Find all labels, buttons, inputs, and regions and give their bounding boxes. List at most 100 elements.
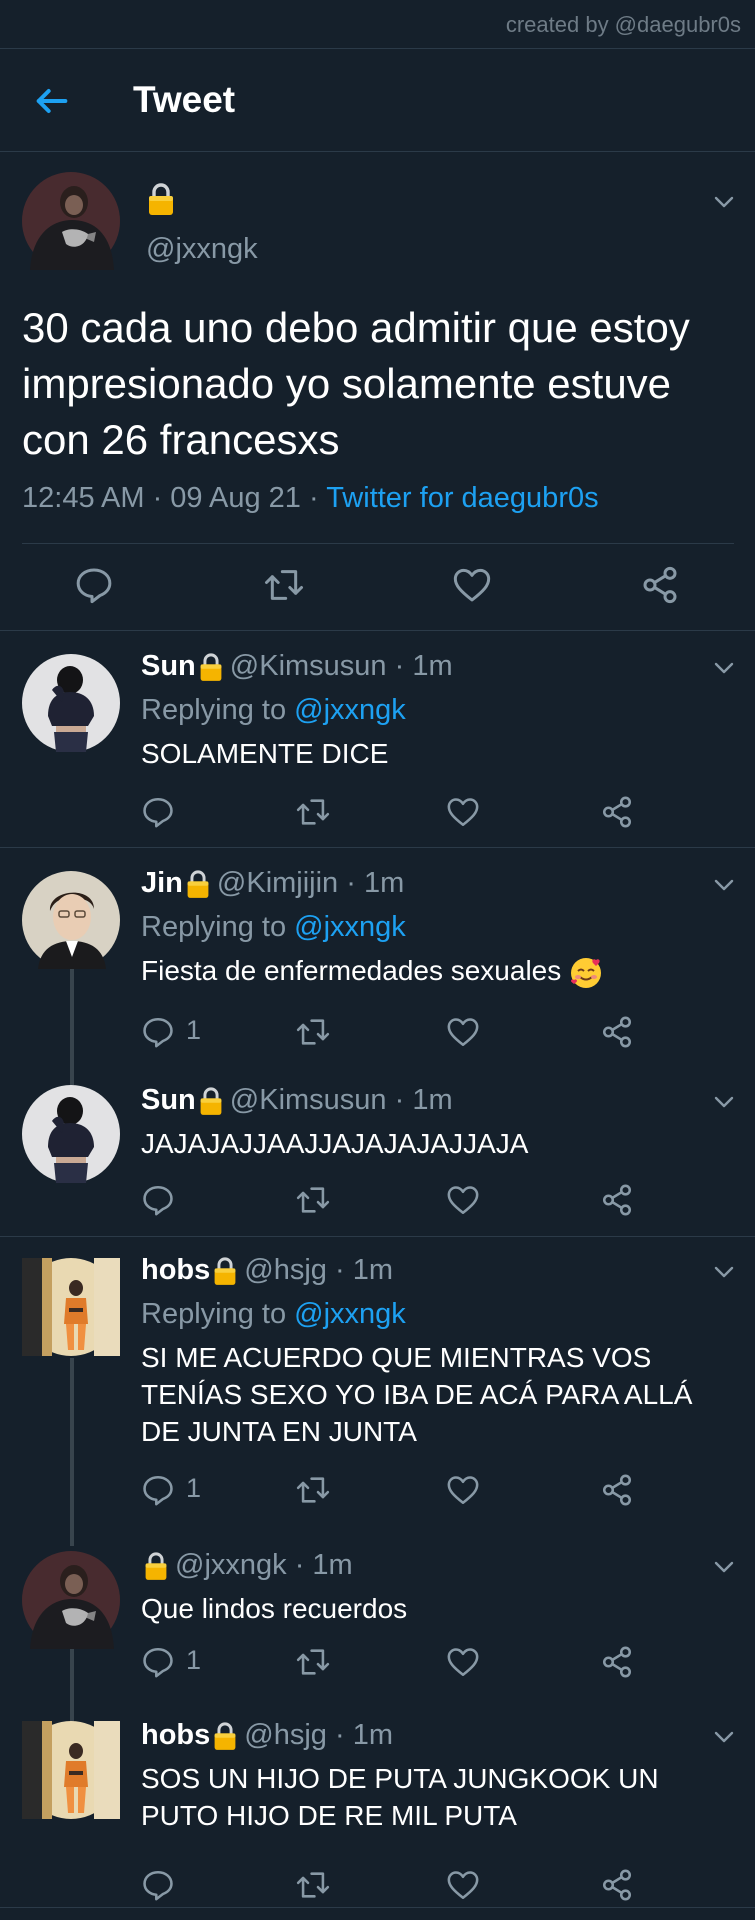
reply-time: · 1m [334, 1254, 393, 1286]
reply-header: Sun @Kimsusun · 1m [141, 1084, 453, 1117]
replying-to: Replying to @jxxngk [141, 911, 406, 944]
mention-link[interactable]: @jxxngk [294, 1298, 406, 1330]
reply-icon[interactable] [141, 1015, 175, 1049]
retweet-icon[interactable] [296, 1868, 330, 1902]
avatar[interactable] [22, 654, 120, 752]
chevron-down-icon[interactable] [712, 873, 736, 897]
like-icon[interactable] [446, 1015, 480, 1049]
mention-link[interactable]: @jxxngk [294, 694, 406, 726]
avatar[interactable] [22, 1721, 120, 1819]
display-name[interactable]: Sun [141, 1084, 196, 1117]
reply-icon[interactable] [141, 795, 175, 829]
top-bar: Tweet [0, 48, 755, 152]
reply-header: hobs @hsjg · 1m [141, 1719, 393, 1752]
avatar[interactable] [22, 871, 120, 969]
reply-tweet: hobs @hsjg · 1m SOS UN HIJO DE PUTA JUNGK… [0, 1707, 755, 1907]
avatar[interactable] [22, 1551, 120, 1649]
user-handle[interactable]: @hsjg [244, 1254, 327, 1287]
replying-label: Replying to [141, 1298, 295, 1330]
retweet-icon[interactable] [296, 795, 330, 829]
share-icon[interactable] [600, 1473, 634, 1507]
share-icon[interactable] [600, 1645, 634, 1679]
like-icon[interactable] [446, 1868, 480, 1902]
reply-header: @jxxngk · 1m [141, 1549, 353, 1582]
tweet-timestamp: 12:45 AM · 09 Aug 21 · [22, 482, 327, 514]
replying-to: Replying to @jxxngk [141, 1298, 406, 1331]
lock-icon [198, 1086, 224, 1116]
page-title: Tweet [133, 79, 236, 120]
reply-time: · 1m [346, 867, 405, 899]
retweet-icon[interactable] [264, 565, 304, 605]
user-handle[interactable]: @Kimjijin [217, 867, 338, 900]
creator-credit: created by @daegubr0s [505, 12, 741, 37]
retweet-icon[interactable] [296, 1015, 330, 1049]
lock-icon [146, 182, 176, 216]
user-handle[interactable]: @jxxngk [146, 233, 258, 266]
chevron-down-icon[interactable] [712, 1725, 736, 1749]
reply-text: SI ME ACUERDO QUE MIENTRAS VOS TENÍAS SE… [141, 1342, 693, 1447]
chevron-down-icon[interactable] [712, 1090, 736, 1114]
retweet-icon[interactable] [296, 1473, 330, 1507]
reply-tweet: @jxxngk · 1m Que lindos recuerdos 1 [0, 1537, 755, 1707]
user-handle[interactable]: @jxxngk [175, 1549, 287, 1582]
tweet-text: 30 cada uno debo admitir que estoy impre… [22, 304, 690, 463]
chevron-down-icon[interactable] [712, 1555, 736, 1579]
retweet-icon[interactable] [296, 1645, 330, 1679]
share-icon[interactable] [600, 1015, 634, 1049]
display-name[interactable]: hobs [141, 1254, 210, 1287]
like-icon[interactable] [446, 1645, 480, 1679]
main-tweet: @jxxngk 30 cada uno debo admitir que est… [0, 152, 755, 631]
user-handle[interactable]: @Kimsusun [230, 1084, 387, 1117]
reply-icon[interactable] [74, 565, 114, 605]
avatar[interactable] [22, 1085, 120, 1183]
like-icon[interactable] [452, 565, 492, 605]
reply-tweet: Sun @Kimsusun · 1m JAJAJAJJAAJJAJAJAJAJJA… [0, 1070, 755, 1236]
user-handle[interactable]: @Kimsusun [230, 650, 387, 683]
user-handle[interactable]: @hsjg [244, 1719, 327, 1752]
tweet-meta: 12:45 AM · 09 Aug 21 · Twitter for daegu… [22, 482, 599, 515]
reply-icon[interactable] [141, 1473, 175, 1507]
reply-tweet: hobs @hsjg · 1m Replying to @jxxngk SI ME… [0, 1237, 755, 1537]
share-icon[interactable] [640, 565, 680, 605]
chevron-down-icon[interactable] [712, 190, 736, 214]
lock-icon [185, 869, 211, 899]
lock-icon [198, 652, 224, 682]
lock-icon [212, 1256, 238, 1286]
reply-icon[interactable] [141, 1183, 175, 1217]
share-icon[interactable] [600, 1868, 634, 1902]
reply-count: 1 [186, 1645, 202, 1675]
like-icon[interactable] [446, 1473, 480, 1507]
chevron-down-icon[interactable] [712, 1260, 736, 1284]
avatar[interactable] [22, 1258, 120, 1356]
display-name[interactable]: Sun [141, 650, 196, 683]
reply-time: · 1m [394, 1084, 453, 1116]
reply-tweet: Sun @Kimsusun · 1m Replying to @jxxngk SO… [0, 631, 755, 847]
reply-header: Jin @Kimjijin · 1m [141, 867, 404, 900]
reply-icon[interactable] [141, 1868, 175, 1902]
like-icon[interactable] [446, 1183, 480, 1217]
divider [0, 1907, 755, 1908]
replying-label: Replying to [141, 694, 295, 726]
lock-icon [143, 1551, 169, 1581]
avatar[interactable] [22, 172, 120, 270]
chevron-down-icon[interactable] [712, 656, 736, 680]
retweet-icon[interactable] [296, 1183, 330, 1217]
tweet-client[interactable]: Twitter for daegubr0s [326, 482, 598, 514]
back-arrow-icon[interactable] [32, 81, 72, 121]
share-icon[interactable] [600, 795, 634, 829]
reply-header: hobs @hsjg · 1m [141, 1254, 393, 1287]
reply-text: JAJAJAJJAAJJAJAJAJAJJAJA [141, 1128, 529, 1159]
reply-time: · 1m [334, 1719, 393, 1751]
reply-count: 1 [186, 1015, 202, 1045]
reply-text: Fiesta de enfermedades sexuales [141, 955, 562, 986]
share-icon[interactable] [600, 1183, 634, 1217]
display-name[interactable]: hobs [141, 1719, 210, 1752]
replying-label: Replying to [141, 911, 295, 943]
reply-icon[interactable] [141, 1645, 175, 1679]
mention-link[interactable]: @jxxngk [294, 911, 406, 943]
divider [22, 543, 734, 544]
reply-tweet: Jin @Kimjijin · 1m Replying to @jxxngk Fi… [0, 848, 755, 1070]
reply-text: SOLAMENTE DICE [141, 738, 389, 769]
display-name[interactable]: Jin [141, 867, 183, 900]
like-icon[interactable] [446, 795, 480, 829]
